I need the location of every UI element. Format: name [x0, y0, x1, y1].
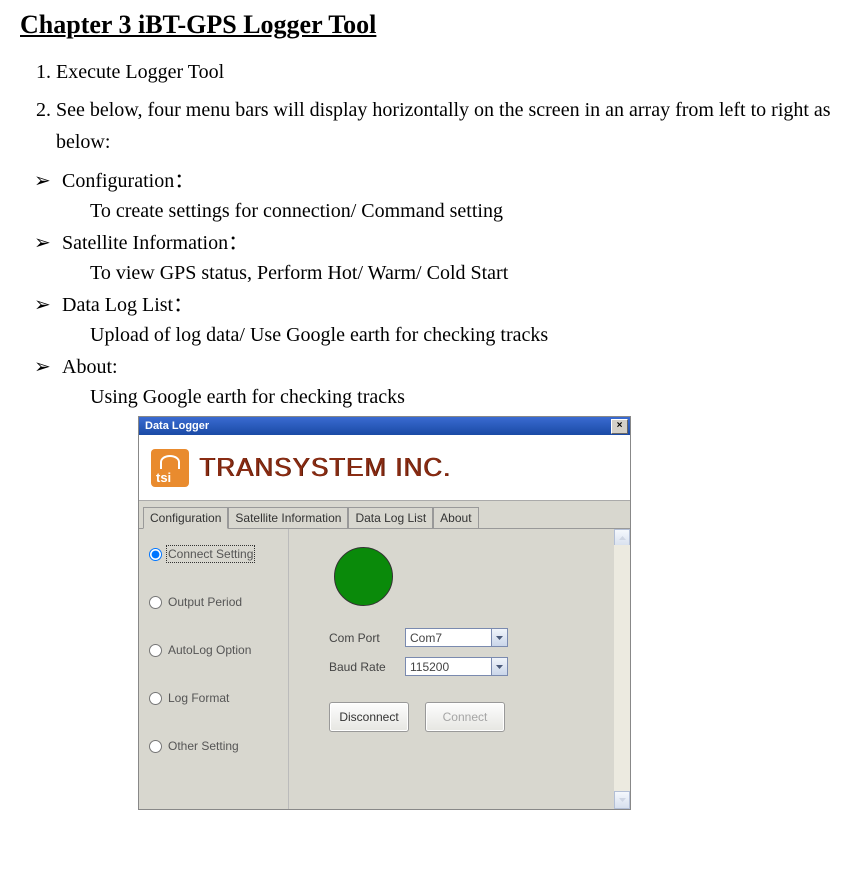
content-area: Connect Setting Output Period AutoLog Op…	[139, 529, 630, 809]
radio-output-period-label: Output Period	[168, 595, 242, 609]
com-port-row: Com Port Com7	[329, 628, 610, 647]
chevron-down-icon	[491, 658, 507, 675]
baud-rate-value: 115200	[410, 660, 449, 674]
logo-banner: TRANSYSTEM INC.	[139, 435, 630, 501]
radio-log-format-input[interactable]	[149, 692, 162, 705]
radio-log-format-label: Log Format	[168, 691, 229, 705]
radio-other-setting-label: Other Setting	[168, 739, 239, 753]
radio-output-period-input[interactable]	[149, 596, 162, 609]
numbered-steps: Execute Logger Tool See below, four menu…	[20, 56, 844, 158]
radio-connect-setting-input[interactable]	[149, 548, 162, 561]
titlebar[interactable]: Data Logger ×	[139, 417, 630, 435]
bullet-about-title: About:	[62, 356, 118, 378]
tab-configuration[interactable]: Configuration	[143, 507, 228, 529]
bullet-datalog-title: Data Log List：	[62, 294, 193, 316]
status-indicator-icon	[334, 547, 393, 606]
chapter-heading: Chapter 3 iBT-GPS Logger Tool	[20, 10, 844, 40]
scrollbar-track[interactable]	[614, 545, 630, 793]
logo-icon	[151, 449, 189, 487]
radio-connect-setting-label: Connect Setting	[168, 547, 253, 561]
baud-rate-row: Baud Rate 115200	[329, 657, 610, 676]
com-port-value: Com7	[410, 631, 442, 645]
app-window: Data Logger × TRANSYSTEM INC. Configurat…	[138, 416, 631, 810]
com-port-select[interactable]: Com7	[405, 628, 508, 647]
tab-bar: Configuration Satellite Information Data…	[139, 501, 630, 529]
chevron-down-icon	[491, 629, 507, 646]
connect-button: Connect	[425, 702, 505, 732]
logo-text: TRANSYSTEM INC.	[199, 452, 451, 483]
disconnect-button[interactable]: Disconnect	[329, 702, 409, 732]
tab-satellite-information[interactable]: Satellite Information	[228, 507, 348, 528]
radio-autolog-option-input[interactable]	[149, 644, 162, 657]
radio-connect-setting[interactable]: Connect Setting	[149, 547, 282, 561]
step-2: See below, four menu bars will display h…	[56, 94, 844, 158]
vertical-scrollbar[interactable]	[614, 529, 630, 809]
tab-about[interactable]: About	[433, 507, 478, 528]
radio-log-format[interactable]: Log Format	[149, 691, 282, 705]
window-title: Data Logger	[145, 420, 209, 432]
main-panel: Com Port Com7 Baud Rate 115200	[289, 529, 630, 809]
scroll-down-button[interactable]	[614, 791, 630, 809]
bullet-datalog-desc: Upload of log data/ Use Google earth for…	[62, 320, 844, 350]
bullet-config-title: Configuration：	[62, 170, 194, 192]
radio-other-setting[interactable]: Other Setting	[149, 739, 282, 753]
bullet-satellite-title: Satellite Information：	[62, 232, 248, 254]
feature-bullets: Configuration： To create settings for co…	[20, 166, 844, 412]
radio-autolog-option[interactable]: AutoLog Option	[149, 643, 282, 657]
bullet-satellite-desc: To view GPS status, Perform Hot/ Warm/ C…	[62, 258, 844, 288]
com-port-label: Com Port	[329, 631, 405, 645]
bullet-about-desc: Using Google earth for checking tracks	[62, 382, 844, 412]
bullet-config-desc: To create settings for connection/ Comma…	[62, 196, 844, 226]
tab-data-log-list[interactable]: Data Log List	[348, 507, 433, 528]
close-button[interactable]: ×	[611, 419, 628, 434]
sidebar: Connect Setting Output Period AutoLog Op…	[139, 529, 289, 809]
baud-rate-select[interactable]: 115200	[405, 657, 508, 676]
baud-rate-label: Baud Rate	[329, 660, 405, 674]
radio-autolog-option-label: AutoLog Option	[168, 643, 251, 657]
radio-other-setting-input[interactable]	[149, 740, 162, 753]
button-row: Disconnect Connect	[329, 702, 610, 732]
step-1: Execute Logger Tool	[56, 56, 844, 88]
radio-output-period[interactable]: Output Period	[149, 595, 282, 609]
